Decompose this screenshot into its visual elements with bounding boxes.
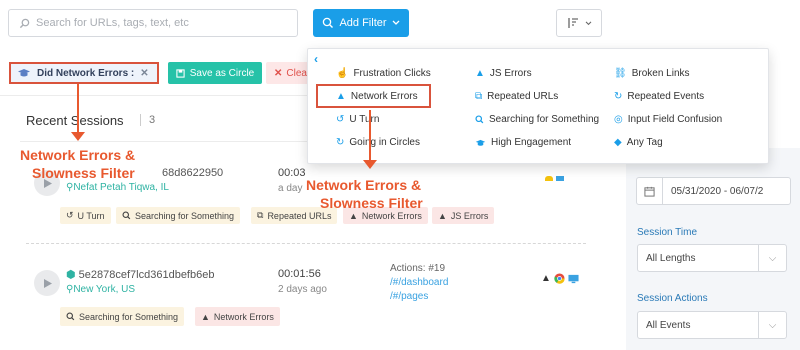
session-actions-value: All Events <box>646 319 691 331</box>
sort-button[interactable] <box>556 9 602 37</box>
annotation-arrow <box>77 84 79 136</box>
tag-searching[interactable]: Searching for Something <box>116 207 241 224</box>
pointer-icon: ☝ <box>336 68 349 79</box>
clear-button[interactable]: ✕ Clea <box>266 62 310 84</box>
search-placeholder: Search for URLs, tags, text, etc <box>36 17 189 29</box>
date-range-picker[interactable]: 05/31/2020 - 06/07/2 <box>636 177 791 205</box>
menu-item-highlight <box>316 84 431 108</box>
menu-item-repeated-urls[interactable]: ⧉ Repeated URLs <box>475 91 558 102</box>
session-duration: 00:03 <box>278 167 306 179</box>
session-time-value: All Lengths <box>646 252 696 264</box>
date-range-value: 05/31/2020 - 06/07/2 <box>671 185 764 197</box>
warning-icon: ▲ <box>349 210 358 221</box>
graduation-cap-icon <box>475 139 486 146</box>
tag-u-turn[interactable]: ↺ U Turn <box>60 207 111 224</box>
play-button[interactable] <box>34 270 60 296</box>
sort-icon <box>567 18 578 28</box>
session-location: ⚲Nefat Petah Tiqwa, IL <box>66 182 169 193</box>
calendar-icon <box>637 178 663 204</box>
session-duration: 00:01:56 <box>278 268 321 280</box>
filter-chip-label: Did Network Errors : <box>37 67 135 79</box>
tag-network-errors[interactable]: ▲ Network Errors <box>195 307 280 326</box>
save-as-circle-button[interactable]: Save as Circle <box>168 62 262 84</box>
search-icon <box>323 17 334 28</box>
annotation-label: Network Errors & Slowness Filter <box>306 177 423 211</box>
device-info <box>545 176 564 181</box>
arrow-down-icon <box>363 160 377 169</box>
graduation-cap-icon <box>18 69 30 77</box>
chevron-down-icon: ⌵ <box>758 245 786 271</box>
menu-item-u-turn[interactable]: ↺ U Turn <box>336 114 379 125</box>
save-icon <box>176 68 185 78</box>
refresh-icon: ↻ <box>614 91 623 102</box>
session-time-label: Session Time <box>637 227 698 238</box>
menu-item-js-errors[interactable]: ▲ JS Errors <box>475 68 532 79</box>
session-time-select[interactable]: All Lengths ⌵ <box>637 244 787 272</box>
tag-searching[interactable]: Searching for Something <box>60 307 185 326</box>
back-chevron-icon[interactable]: ‹ <box>314 52 318 66</box>
device-info: ▲ <box>541 273 579 284</box>
session-location: ⚲New York, US <box>66 284 136 295</box>
search-icon <box>122 211 131 220</box>
close-icon: ✕ <box>274 67 283 79</box>
add-filter-button[interactable]: Add Filter <box>313 9 409 37</box>
play-icon <box>44 278 52 288</box>
actions-count: Actions: #19 <box>390 263 446 274</box>
clear-label: Clea <box>286 67 307 79</box>
chevron-down-icon: ⌵ <box>758 312 786 338</box>
session-id: ⬢ 5e2878cef7lcd361dbefb6eb <box>66 269 215 281</box>
add-filter-label: Add Filter <box>339 17 387 29</box>
search-icon <box>475 115 484 124</box>
row-separator <box>26 243 586 244</box>
u-turn-icon: ↺ <box>66 210 74 220</box>
search-icon <box>19 18 30 28</box>
annotation-label: Network Errors & Slowness Filter <box>20 147 136 181</box>
menu-item-high-engagement[interactable]: High Engagement <box>475 137 571 148</box>
warning-icon: ▲ <box>475 68 485 79</box>
close-icon[interactable]: ✕ <box>140 68 148 79</box>
broken-link-icon: ⛓ <box>614 68 627 79</box>
refresh-icon: ↻ <box>336 137 345 148</box>
session-id: 68d8622950 <box>162 167 224 179</box>
shield-icon: ⬢ <box>66 269 76 281</box>
arrow-down-icon <box>71 132 85 141</box>
warning-icon: ▲ <box>201 311 210 322</box>
chrome-icon <box>545 176 553 181</box>
active-filter-chip[interactable]: Did Network Errors : ✕ <box>9 62 159 84</box>
u-turn-icon: ↺ <box>336 114 345 125</box>
session-actions-label: Session Actions <box>637 293 708 304</box>
desktop-icon <box>556 176 564 181</box>
annotation-arrow <box>369 110 371 164</box>
page-title: Recent Sessions <box>26 113 124 128</box>
search-input[interactable]: Search for URLs, tags, text, etc <box>8 9 298 37</box>
warning-icon: ▲ <box>438 210 447 221</box>
tag-js-errors[interactable]: ▲ JS Errors <box>432 207 495 224</box>
menu-item-frustration-clicks[interactable]: ☝ Frustration Clicks <box>336 68 431 79</box>
save-as-circle-label: Save as Circle <box>189 67 255 79</box>
menu-item-any-tag[interactable]: ◆ Any Tag <box>614 137 663 148</box>
menu-item-input-field-confusion[interactable]: ◎ Input Field Confusion <box>614 114 722 125</box>
menu-item-broken-links[interactable]: ⛓ Broken Links <box>614 68 690 79</box>
session-actions: Actions: #19 /#/dashboard /#/pages <box>390 262 448 304</box>
copy-icon: ⧉ <box>257 210 264 220</box>
chevron-down-icon <box>392 20 399 25</box>
menu-item-going-in-circles[interactable]: ↻ Going in Circles <box>336 137 420 148</box>
session-age: a day <box>278 183 303 194</box>
session-actions-select[interactable]: All Events ⌵ <box>637 311 787 339</box>
session-age: 2 days ago <box>278 284 327 295</box>
action-link[interactable]: /#/dashboard <box>390 276 448 290</box>
session-count: 3 <box>140 114 155 126</box>
chevron-down-icon <box>585 20 591 25</box>
menu-item-searching-for-something[interactable]: Searching for Something <box>475 114 599 125</box>
search-icon <box>66 312 75 321</box>
menu-item-repeated-events[interactable]: ↻ Repeated Events <box>614 91 704 102</box>
chrome-icon <box>554 273 565 284</box>
linux-icon: ▲ <box>541 273 551 284</box>
desktop-icon <box>568 274 579 283</box>
copy-icon: ⧉ <box>475 91 483 102</box>
tag-icon: ◆ <box>614 137 622 148</box>
circle-icon: ◎ <box>614 114 623 125</box>
action-link[interactable]: /#/pages <box>390 290 448 304</box>
